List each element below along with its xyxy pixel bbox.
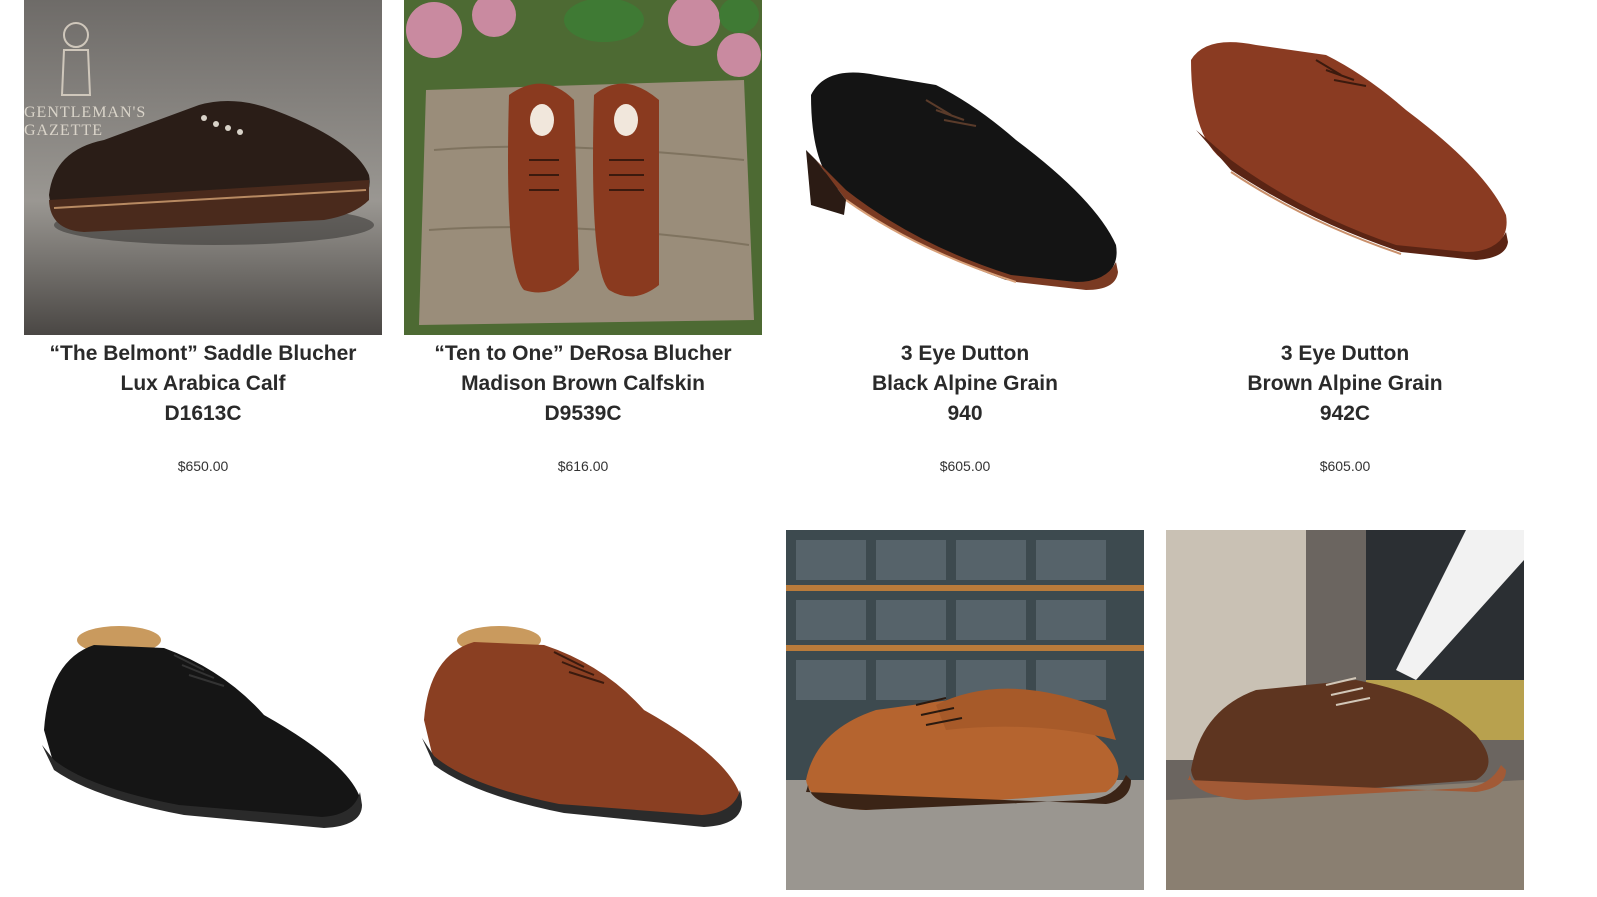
product-image[interactable] <box>404 530 762 890</box>
product-image[interactable] <box>404 0 762 335</box>
product-image[interactable] <box>786 530 1144 890</box>
product-title[interactable]: “Ten to One” DeRosa Blucher Madison Brow… <box>404 339 762 429</box>
title-line: 3 Eye Dutton <box>900 342 1030 365</box>
title-line: D9539C <box>544 402 622 425</box>
product-title[interactable]: 3 Eye Dutton Black Alpine Grain 940 <box>786 339 1144 429</box>
title-line: “The Belmont” Saddle Blucher <box>49 342 357 365</box>
shoe-photo-tan-split-toe-warehouse-icon <box>786 530 1144 890</box>
product-image[interactable] <box>1166 530 1524 890</box>
watermark: GENTLEMAN'S GAZETTE <box>24 104 147 139</box>
title-line: Lux Arabica Calf <box>120 372 286 395</box>
product-price: $616.00 <box>557 458 609 474</box>
title-line: “Ten to One” DeRosa Blucher <box>434 342 732 365</box>
product-price: $650.00 <box>177 458 229 474</box>
shoe-photo-black-plain-toe-icon <box>24 530 382 890</box>
product-image[interactable] <box>786 0 1144 335</box>
product-price: $605.00 <box>939 458 991 474</box>
shoe-photo-belmont-icon <box>24 0 382 335</box>
shoe-photo-brown-plain-toe-icon <box>404 530 762 890</box>
shoe-photo-dutton-brown-icon <box>1166 0 1524 335</box>
shoe-photo-brown-split-toe-subway-icon <box>1166 530 1524 890</box>
shoe-photo-ten-to-one-icon <box>404 0 762 335</box>
product-title[interactable]: “The Belmont” Saddle Blucher Lux Arabica… <box>24 339 382 429</box>
product-image[interactable] <box>24 530 382 890</box>
title-line: 940 <box>947 402 983 425</box>
product-title[interactable]: 3 Eye Dutton Brown Alpine Grain 942C <box>1166 339 1524 429</box>
title-line: Brown Alpine Grain <box>1247 372 1443 395</box>
title-line: 3 Eye Dutton <box>1280 342 1410 365</box>
title-line: Black Alpine Grain <box>872 372 1058 395</box>
title-line: Madison Brown Calfskin <box>461 372 705 395</box>
product-image[interactable] <box>1166 0 1524 335</box>
title-line: 942C <box>1319 402 1371 425</box>
shoe-photo-dutton-black-icon <box>786 0 1144 335</box>
product-image[interactable] <box>24 0 382 335</box>
title-line: D1613C <box>164 402 242 425</box>
product-price: $605.00 <box>1319 458 1371 474</box>
